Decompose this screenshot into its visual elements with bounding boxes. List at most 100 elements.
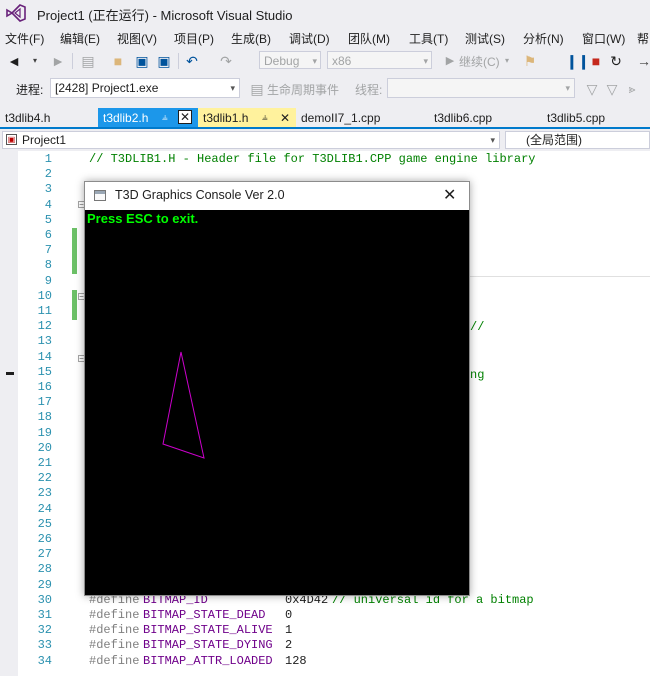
- save-icon[interactable]: ▣: [134, 53, 150, 69]
- back-dropdown-icon[interactable]: ▾: [30, 53, 40, 69]
- line-number: 10: [37, 288, 52, 303]
- line-number: 27: [37, 547, 52, 562]
- tab-t3dlib2-h[interactable]: t3dlib2.h ⫨ ✕: [98, 108, 198, 128]
- line-number: 12: [37, 319, 52, 334]
- line-number: 2: [44, 167, 52, 182]
- flag-threads-icon[interactable]: ⪢: [624, 81, 640, 97]
- menu-view[interactable]: 视图(V): [117, 30, 157, 47]
- chevron-down-icon: ▾: [423, 56, 428, 66]
- line-number: 15: [37, 364, 52, 379]
- tab-demoii7-1-cpp[interactable]: demoII7_1.cpp: [296, 108, 416, 128]
- platform-value: x86: [332, 54, 352, 68]
- project-dropdown[interactable]: ▣ Project1 ▾: [2, 131, 500, 149]
- undo-icon[interactable]: ↶: [184, 53, 200, 69]
- line-number: 26: [37, 532, 52, 546]
- chevron-down-icon: ▾: [565, 83, 570, 93]
- menu-help[interactable]: 帮: [637, 30, 649, 47]
- menu-window[interactable]: 窗口(W): [582, 30, 625, 47]
- pin-icon[interactable]: ⫨: [262, 108, 268, 128]
- line-number: 11: [37, 304, 52, 318]
- change-tracking-bar: [72, 290, 77, 320]
- close-icon[interactable]: ✕: [178, 110, 192, 124]
- menu-team[interactable]: 团队(M): [348, 30, 390, 47]
- line-number: 8: [44, 258, 52, 273]
- menu-test[interactable]: 测试(S): [465, 30, 505, 47]
- tab-t3dlib6-cpp[interactable]: t3dlib6.cpp: [429, 108, 529, 128]
- continue-play-icon[interactable]: ▶: [442, 53, 458, 69]
- new-project-icon[interactable]: ▤: [80, 53, 96, 69]
- line-number: 19: [37, 425, 52, 440]
- line-number: 6: [44, 228, 52, 242]
- process-dropdown[interactable]: [2428] Project1.exe ▾: [50, 78, 240, 98]
- code-line-15-fragment: ng: [470, 368, 485, 382]
- filter-clear-icon[interactable]: ▽: [604, 81, 620, 97]
- close-icon[interactable]: ✕: [443, 185, 456, 205]
- show-next-statement-icon[interactable]: →: [636, 53, 650, 69]
- filter-icon[interactable]: ▽: [584, 81, 600, 97]
- debug-location-toolbar: 进程: [2428] Project1.exe ▾ ▤ 生命周期事件 线程: ▾…: [0, 74, 650, 102]
- tab-label: t3dlib4.h: [5, 111, 51, 125]
- pin-icon[interactable]: ⫨: [162, 108, 168, 128]
- open-folder-icon[interactable]: ■: [110, 53, 126, 69]
- line-number: 4: [44, 197, 52, 212]
- tab-label: t3dlib6.cpp: [434, 111, 493, 125]
- forward-icon[interactable]: ►: [50, 53, 66, 69]
- console-title-bar[interactable]: T3D Graphics Console Ver 2.0 ✕: [85, 182, 469, 210]
- menu-tools[interactable]: 工具(T): [409, 30, 448, 47]
- navigation-bar: ▣ Project1 ▾ (全局范围): [0, 129, 650, 151]
- standard-toolbar: ◄ ▾ ► ▤ ■ ▣ ▣ ↶ ↷ Debug ▾ x86 ▾ ▶ 继续(C) …: [0, 48, 650, 74]
- scope-value: (全局范围): [526, 133, 582, 147]
- line-number: 31: [37, 608, 52, 622]
- process-value: [2428] Project1.exe: [55, 81, 159, 95]
- find-icon[interactable]: ⚑: [522, 53, 538, 69]
- restart-icon[interactable]: ↻: [608, 53, 624, 69]
- redo-icon[interactable]: ↷: [218, 53, 234, 69]
- back-icon[interactable]: ◄: [6, 53, 22, 69]
- project-icon: ▣: [6, 134, 17, 145]
- t3d-console-window[interactable]: T3D Graphics Console Ver 2.0 ✕ Press ESC…: [84, 181, 470, 596]
- menu-debug[interactable]: 调试(D): [289, 30, 330, 47]
- process-label: 进程:: [16, 83, 44, 97]
- preprocessor-keyword: #define: [89, 638, 140, 653]
- macro-name: BITMAP_ATTR_LOADED: [143, 653, 273, 668]
- solution-platform-dropdown[interactable]: x86 ▾: [327, 51, 432, 69]
- lifecycle-events-button[interactable]: 生命周期事件: [267, 81, 339, 98]
- close-icon[interactable]: ✕: [280, 108, 290, 128]
- code-line-1: // T3DLIB1.H - Header file for T3DLIB1.C…: [89, 152, 536, 166]
- line-number: 7: [44, 243, 52, 258]
- thread-label: 线程:: [355, 83, 383, 97]
- continue-dropdown-icon[interactable]: ▾: [502, 53, 512, 69]
- tab-label: t3dlib1.h: [203, 111, 249, 125]
- menu-build[interactable]: 生成(B): [231, 30, 271, 47]
- tab-t3dlib5-cpp[interactable]: t3dlib5.cpp: [542, 108, 642, 128]
- configuration-value: Debug: [264, 54, 300, 68]
- stop-debugging-icon[interactable]: ■: [588, 53, 604, 69]
- menu-analyze[interactable]: 分析(N): [523, 30, 564, 47]
- macro-name: BITMAP_STATE_DYING: [143, 638, 273, 653]
- thread-dropdown[interactable]: ▾: [387, 78, 575, 98]
- menu-edit[interactable]: 编辑(E): [60, 30, 100, 47]
- continue-button[interactable]: 继续(C): [459, 53, 500, 70]
- code-line-define: #define BITMAP_STATE_DYING 2: [89, 638, 292, 653]
- menu-file[interactable]: 文件(F): [5, 30, 44, 47]
- tab-t3dlib4-h[interactable]: t3dlib4.h: [0, 108, 98, 128]
- console-render-surface[interactable]: Press ESC to exit.: [85, 210, 469, 595]
- line-number: 18: [37, 410, 52, 425]
- break-all-icon[interactable]: ❙❙: [566, 53, 589, 69]
- preprocessor-keyword: #define: [89, 653, 140, 668]
- scope-dropdown[interactable]: (全局范围): [505, 131, 650, 149]
- toolbar-separator: [178, 53, 179, 69]
- line-number: 14: [37, 349, 52, 364]
- triangle-wireframe: [162, 351, 205, 459]
- line-number: 33: [37, 638, 52, 653]
- save-all-icon[interactable]: ▣: [156, 53, 172, 69]
- line-number: 29: [37, 577, 52, 592]
- tab-t3dlib1-h[interactable]: t3dlib1.h ⫨ ✕: [198, 108, 296, 128]
- solution-configuration-dropdown[interactable]: Debug ▾: [259, 51, 321, 69]
- line-number: 25: [37, 516, 52, 531]
- menu-bar: 文件(F) 编辑(E) 视图(V) 项目(P) 生成(B) 调试(D) 团队(M…: [0, 26, 650, 48]
- menu-project[interactable]: 项目(P): [174, 30, 214, 47]
- chevron-down-icon: ▾: [490, 135, 495, 145]
- code-line-define: #define BITMAP_STATE_ALIVE 1: [89, 623, 292, 637]
- line-number: 13: [37, 334, 52, 349]
